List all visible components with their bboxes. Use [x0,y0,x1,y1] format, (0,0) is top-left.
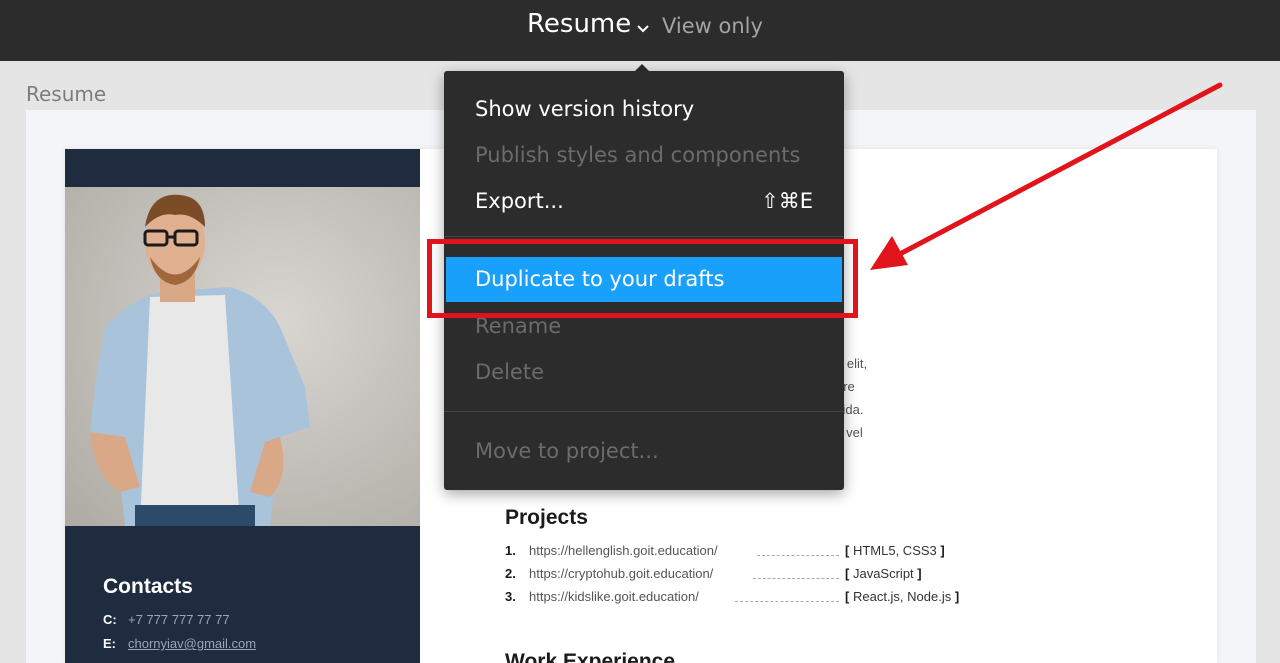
top-bar: Resume View only [0,0,1280,61]
work-experience-heading: Work Experience [505,650,676,663]
menu-item-label: Export... [475,189,564,213]
view-only-label: View only [662,14,763,38]
project-url[interactable]: https://cryptohub.goit.education/ [529,566,713,581]
email-link[interactable]: chornyiav@gmail.com [128,636,256,651]
project-tech: [ React.js, Node.js ] [845,589,960,604]
project-number: 2. [505,566,516,581]
project-item: 2. https://cryptohub.goit.education/ [ J… [505,566,1005,584]
highlight-box [427,239,858,318]
menu-divider [444,411,844,412]
contact-key: E: [103,636,116,651]
menu-divider [444,236,844,237]
menu-item-move-to-project: Move to project... [475,439,659,463]
project-item: 3. https://kidslike.goit.education/ [ Re… [505,589,1005,607]
menu-item-delete: Delete [475,360,544,384]
menu-item-show-version-history[interactable]: Show version history [444,87,844,132]
leader-dots [757,555,839,556]
projects-heading: Projects [505,506,588,529]
project-tech: [ HTML5, CSS3 ] [845,543,945,558]
menu-item-export[interactable]: Export... ⇧⌘E [444,179,844,224]
project-item: 1. https://hellenglish.goit.education/ [… [505,543,1005,561]
contact-value: +7 777 777 77 77 [128,612,230,627]
contact-phone: C: +7 777 777 77 77 [103,612,230,627]
project-number: 1. [505,543,516,558]
tech-list: HTML5, CSS3 [852,543,937,558]
tech-list: JavaScript [852,566,914,581]
project-url[interactable]: https://hellenglish.goit.education/ [529,543,718,558]
contacts-heading: Contacts [103,575,193,598]
chevron-down-icon[interactable] [636,22,650,36]
frame-label[interactable]: Resume [26,82,106,106]
project-number: 3. [505,589,516,604]
menu-item-publish-styles: Publish styles and components [475,143,801,167]
profile-photo [65,187,420,526]
document-title[interactable]: Resume [527,8,631,40]
tech-list: React.js, Node.js [852,589,952,604]
leader-dots [735,601,839,602]
contact-key: C: [103,612,117,627]
shortcut-hint: ⇧⌘E [761,189,813,213]
contact-email: E: chornyiav@gmail.com [103,636,256,651]
project-tech: [ JavaScript ] [845,566,922,581]
leader-dots [753,578,839,579]
project-url[interactable]: https://kidslike.goit.education/ [529,589,699,604]
